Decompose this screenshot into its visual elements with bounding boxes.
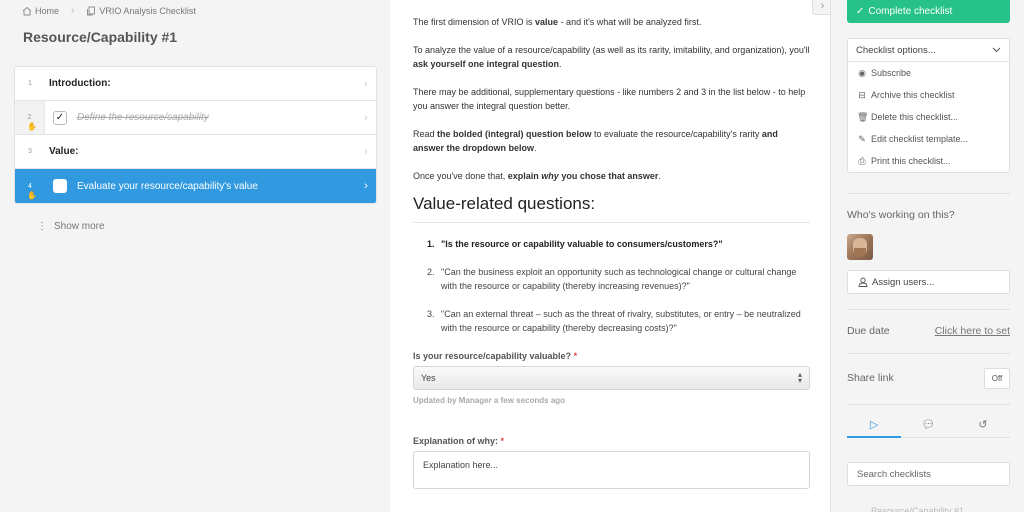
task-item-define[interactable]: 2 ✋ ✓ Define the resource/capability ›: [15, 101, 376, 135]
drag-handle-icon[interactable]: ✋: [27, 191, 37, 200]
intro-paragraph-4: Read the bolded (integral) question belo…: [413, 129, 778, 153]
right-sidebar: ✓ Complete checklist Checklist options..…: [830, 0, 1024, 512]
left-panel: Home › VRIO Analysis Checklist Resource/…: [0, 0, 390, 512]
tab-comments[interactable]: 💬︎: [901, 418, 955, 437]
breadcrumb: Home › VRIO Analysis Checklist: [22, 5, 196, 16]
task-item-evaluate[interactable]: 4 ✋ Evaluate your resource/capability's v…: [15, 169, 376, 203]
archive-icon: ⊟: [858, 89, 866, 100]
valuable-dropdown[interactable]: Yes ▴ ▾: [413, 366, 810, 390]
chevron-down-icon: [992, 47, 1001, 53]
show-more-button[interactable]: ⋮ Show more: [37, 221, 105, 232]
task-item-introduction[interactable]: 1 Introduction: ›: [15, 67, 376, 101]
assign-users-button[interactable]: Assign users...: [847, 270, 1010, 294]
divider: [847, 353, 1010, 354]
explanation-textarea[interactable]: Explanation here...: [413, 451, 810, 489]
select-arrows-icon: ▴ ▾: [797, 370, 802, 385]
collapse-sidebar-button[interactable]: ›: [812, 0, 832, 15]
avatar[interactable]: [847, 234, 873, 260]
explanation-label: Explanation of why: *: [413, 436, 505, 446]
task-label: Introduction:: [49, 78, 111, 89]
intro-paragraph-5: Once you've done that, explain why you c…: [413, 171, 661, 181]
breadcrumb-separator-icon: ›: [71, 5, 75, 16]
show-more-label: Show more: [54, 221, 105, 232]
task-number: 3: [28, 148, 32, 155]
drag-handle-icon[interactable]: ✋: [27, 122, 37, 131]
question-item: 3. "Can an external threat – such as the …: [427, 309, 801, 333]
checklist-icon: [87, 6, 96, 15]
share-link-label: Share link: [847, 372, 894, 384]
task-number: 4: [28, 182, 32, 190]
option-subscribe[interactable]: ◉ Subscribe: [848, 62, 1009, 84]
chevron-right-icon: ›: [364, 145, 368, 158]
home-icon: [22, 6, 32, 15]
pencil-icon: ✎: [858, 133, 866, 144]
question-item: 2. "Can the business exploit an opportuni…: [427, 267, 797, 291]
task-list: 1 Introduction: › 2 ✋ ✓ Define the resour…: [14, 66, 377, 204]
breadcrumb-home-label: Home: [35, 5, 60, 16]
checkmark-icon: ✓: [55, 112, 65, 123]
due-date-label: Due date: [847, 325, 890, 337]
option-archive[interactable]: ⊟ Archive this checklist: [848, 84, 1009, 106]
checklist-list-item[interactable]: Resource/Capability #1: [871, 506, 964, 512]
divider: [847, 193, 1010, 194]
complete-checklist-label: Complete checklist: [868, 6, 953, 17]
breadcrumb-checklist[interactable]: VRIO Analysis Checklist: [86, 6, 196, 16]
updated-status: Updated by Manager a few seconds ago: [413, 396, 566, 405]
complete-checklist-button[interactable]: ✓ Complete checklist: [847, 0, 1010, 23]
dropdown-value: Yes: [421, 373, 436, 383]
trash-icon: 🗑: [857, 111, 869, 122]
option-delete[interactable]: 🗑 Delete this checklist...: [848, 106, 1009, 128]
working-title: Who's working on this?: [847, 209, 955, 221]
comments-icon: 💬︎: [921, 419, 936, 431]
check-icon: ✓: [856, 6, 865, 17]
checklist-options-menu: Checklist options... ◉ Subscribe ⊟ Archive…: [847, 38, 1010, 173]
task-label: Evaluate your resource/capability's valu…: [77, 180, 258, 192]
sidebar-tabs: ▷ 💬︎ ↺: [847, 418, 1010, 438]
chevron-right-icon: ›: [364, 111, 368, 124]
question-list: 1. "Is the resource or capability valuabl…: [413, 237, 810, 335]
print-icon: ⎙: [858, 155, 866, 166]
option-edit-template[interactable]: ✎ Edit checklist template...: [848, 128, 1009, 150]
task-content: The first dimension of VRIO is value - a…: [390, 0, 830, 512]
task-number-cell: 2 ✋: [15, 101, 45, 134]
task-label: Value:: [49, 146, 79, 157]
checklist-options-dropdown[interactable]: Checklist options...: [848, 39, 1009, 62]
tab-run[interactable]: ▷: [847, 418, 902, 438]
task-number: 1: [28, 80, 32, 87]
task-number: 2: [27, 114, 32, 121]
due-date-link[interactable]: Click here to set: [935, 325, 1010, 337]
option-print[interactable]: ⎙ Print this checklist...: [848, 150, 1009, 172]
divider: [847, 309, 1010, 310]
share-link-toggle[interactable]: Off: [984, 368, 1010, 389]
search-checklists-input[interactable]: Search checklists: [847, 462, 1010, 486]
task-item-value[interactable]: 3 Value: ›: [15, 135, 376, 169]
chevron-right-icon: ›: [364, 77, 368, 90]
question-item: 1. "Is the resource or capability valuabl…: [427, 239, 723, 249]
task-label: Define the resource/capability: [77, 112, 209, 123]
intro-paragraph-1: The first dimension of VRIO is value - a…: [413, 17, 702, 27]
eye-icon: ◉: [858, 67, 866, 78]
chevron-right-icon: ›: [820, 0, 825, 12]
breadcrumb-checklist-label: VRIO Analysis Checklist: [99, 5, 196, 16]
breadcrumb-home[interactable]: Home: [22, 6, 59, 16]
page-title: Resource/Capability #1: [23, 29, 178, 45]
required-marker: *: [573, 351, 578, 361]
user-icon: [858, 277, 868, 287]
section-heading: Value-related questions:: [413, 195, 810, 223]
dropdown-label: Is your resource/capability valuable? *: [413, 351, 578, 361]
required-marker: *: [500, 436, 505, 446]
history-icon: ↺: [978, 419, 988, 431]
intro-paragraph-2: To analyze the value of a resource/capab…: [413, 45, 810, 69]
chevron-right-icon: ›: [364, 180, 368, 192]
intro-paragraph-3: There may be additional, supplementary q…: [413, 87, 806, 111]
more-vertical-icon: ⋮: [37, 221, 47, 232]
task-checkbox[interactable]: ✓: [53, 110, 67, 125]
divider: [847, 404, 1010, 405]
options-label: Checklist options...: [856, 44, 936, 56]
tab-history[interactable]: ↺: [956, 418, 1010, 437]
task-number-cell: 4 ✋: [15, 169, 45, 203]
play-icon: ▷: [869, 419, 879, 431]
assign-users-label: Assign users...: [872, 276, 935, 288]
task-checkbox[interactable]: [53, 179, 67, 193]
